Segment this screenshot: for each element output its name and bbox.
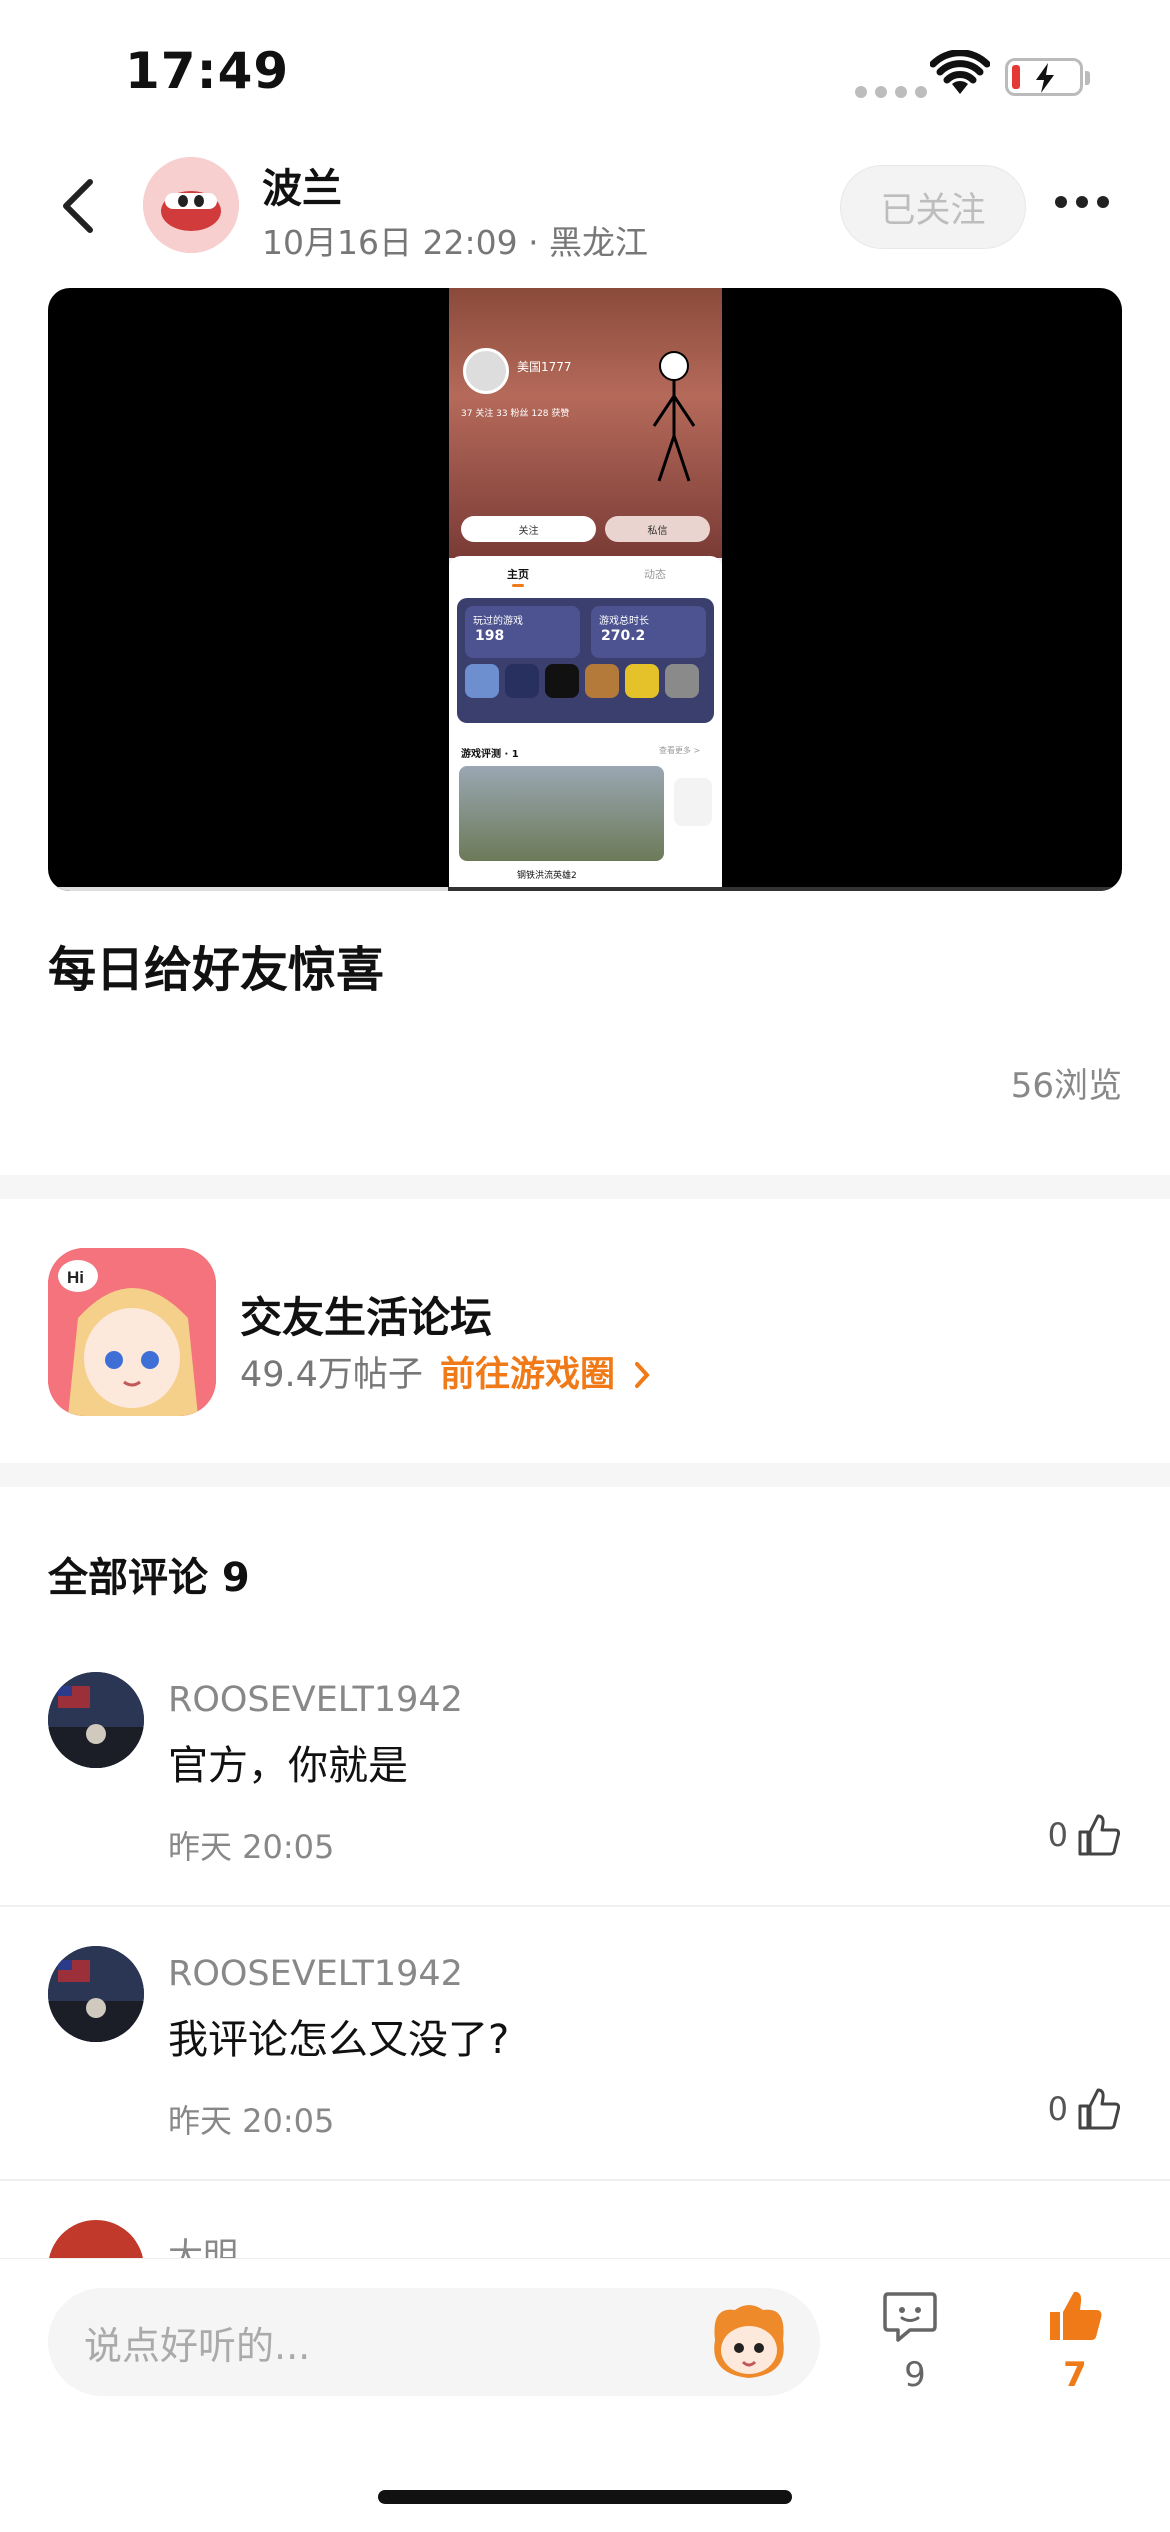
comment-like-button[interactable]: 0 xyxy=(1048,1812,1122,1858)
comment-time: 昨天 20:05 xyxy=(168,2102,335,2140)
thumbs-up-icon xyxy=(1078,2088,1121,2130)
back-arrow-icon[interactable] xyxy=(58,178,98,234)
comment-like-count: 0 xyxy=(1047,1816,1068,1854)
video-follow-button: 关注 xyxy=(461,516,596,542)
comment-count: 9 xyxy=(904,2355,926,2395)
go-to-forum-link[interactable]: 前往游戏圈 xyxy=(440,1346,653,1397)
commenter-avatar[interactable] xyxy=(48,1946,144,2042)
more-options-icon[interactable] xyxy=(1055,196,1109,208)
forum-icon[interactable]: Hi xyxy=(48,1248,216,1416)
commenter-name[interactable]: ROOSEVELT1942 xyxy=(168,1954,463,1994)
signal-icon xyxy=(855,86,927,98)
video-tab-home: 主页 xyxy=(507,568,529,581)
thumbs-up-icon xyxy=(1078,1814,1121,1856)
commenter-name[interactable]: ROOSEVELT1942 xyxy=(168,1680,463,1720)
post-meta: 10月16日 22:09 · 黑龙江 xyxy=(262,223,649,262)
video-reviews-label: 游戏评测 · 1 xyxy=(461,749,519,760)
forum-post-count: 49.4万帖子 xyxy=(240,1355,423,1395)
mascot-emoji-icon[interactable] xyxy=(705,2300,793,2382)
video-tab-activity: 动态 xyxy=(644,568,666,581)
battery-icon xyxy=(1005,58,1090,96)
svg-text:Hi: Hi xyxy=(67,1268,84,1287)
go-to-forum-label: 前往游戏圈 xyxy=(440,1355,616,1395)
section-divider xyxy=(0,1175,1170,1199)
video-message-button: 私信 xyxy=(605,516,710,542)
comments-title: 全部评论 9 xyxy=(48,1555,250,1601)
video-games-played-label: 玩过的游戏 xyxy=(473,616,523,627)
video-stats: 37 关注 33 粉丝 128 获赞 xyxy=(461,409,570,419)
video-reviews-more: 查看更多 > xyxy=(659,746,701,755)
section-divider xyxy=(0,1463,1170,1487)
comment-time: 昨天 20:05 xyxy=(168,1828,335,1866)
comment-divider xyxy=(0,2179,1170,2181)
video-profile-name: 美国1777 xyxy=(517,360,572,374)
wifi-icon xyxy=(930,50,990,94)
status-time: 17:49 xyxy=(125,42,290,100)
comment-like-button[interactable]: 0 xyxy=(1048,2086,1122,2132)
video-playtime-value: 270.2 xyxy=(601,628,646,644)
video-games-played-value: 198 xyxy=(475,628,505,644)
chevron-right-icon xyxy=(635,1362,650,1388)
comment-divider xyxy=(0,1905,1170,1907)
comment-like-count: 0 xyxy=(1047,2090,1068,2128)
video-frame: 美国1777 37 关注 33 粉丝 128 获赞 关注 私信 主页 动态 玩过… xyxy=(449,288,722,891)
forum-name[interactable]: 交友生活论坛 xyxy=(240,1284,492,1345)
like-count: 7 xyxy=(1063,2355,1087,2395)
comment-icon[interactable] xyxy=(882,2290,938,2344)
view-count: 56浏览 xyxy=(1010,1066,1122,1106)
comment-text: 官方，你就是 xyxy=(168,1743,408,1789)
author-name[interactable]: 波兰 xyxy=(262,156,342,214)
comment-text: 我评论怎么又没了? xyxy=(168,2017,510,2063)
followed-button[interactable]: 已关注 xyxy=(840,165,1026,249)
video-player[interactable]: 美国1777 37 关注 33 粉丝 128 获赞 关注 私信 主页 动态 玩过… xyxy=(48,288,1122,891)
video-game-name: 钢铁洪流英雄2 xyxy=(517,871,577,881)
like-icon[interactable] xyxy=(1046,2288,1104,2344)
post-title: 每日给好友惊喜 xyxy=(48,942,385,998)
commenter-avatar[interactable] xyxy=(48,1672,144,1768)
video-playtime-label: 游戏总时长 xyxy=(599,616,649,627)
author-avatar[interactable] xyxy=(143,157,239,253)
home-indicator[interactable] xyxy=(378,2490,792,2504)
